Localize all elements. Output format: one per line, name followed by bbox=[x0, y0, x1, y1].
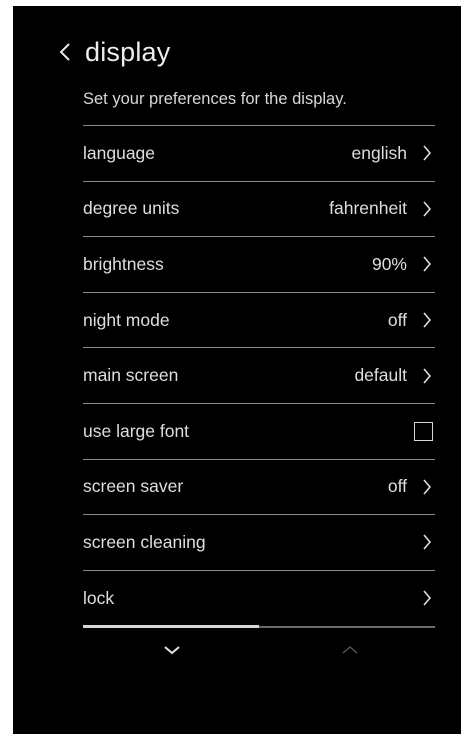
large-font-checkbox[interactable] bbox=[414, 421, 433, 441]
chevron-left-icon[interactable] bbox=[57, 40, 73, 64]
setting-label: degree units bbox=[83, 198, 180, 219]
setting-value: english bbox=[351, 142, 407, 163]
page-title: display bbox=[85, 36, 171, 67]
setting-language[interactable]: language english bbox=[83, 125, 435, 181]
setting-brightness[interactable]: brightness 90% bbox=[83, 236, 435, 292]
chevron-up-icon[interactable] bbox=[338, 642, 362, 658]
chevron-right-icon bbox=[421, 589, 433, 607]
chevron-right-icon bbox=[421, 255, 433, 273]
setting-night-mode[interactable]: night mode off bbox=[83, 291, 435, 348]
setting-label: use large font bbox=[83, 420, 190, 441]
chevron-right-icon bbox=[421, 200, 433, 218]
header: display bbox=[57, 34, 170, 70]
setting-label: language bbox=[83, 142, 156, 163]
settings-list: language english degree units fahrenheit… bbox=[83, 125, 435, 625]
setting-value: off bbox=[387, 476, 407, 497]
setting-value: default bbox=[354, 365, 407, 386]
setting-degree-units[interactable]: degree units fahrenheit bbox=[83, 180, 435, 237]
setting-value: fahrenheit bbox=[329, 198, 407, 219]
chevron-down-icon[interactable] bbox=[160, 642, 184, 658]
chevron-right-icon bbox=[421, 144, 433, 162]
page-description: Set your preferences for the display. bbox=[83, 90, 347, 108]
setting-value: 90% bbox=[371, 253, 407, 274]
scroll-indicator[interactable] bbox=[83, 625, 259, 628]
setting-label: lock bbox=[83, 587, 115, 608]
setting-screen-cleaning[interactable]: screen cleaning bbox=[83, 514, 435, 570]
chevron-right-icon bbox=[421, 478, 433, 496]
chevron-right-icon bbox=[421, 311, 433, 329]
setting-label: brightness bbox=[83, 253, 164, 274]
device-screen: display Set your preferences for the dis… bbox=[13, 6, 461, 734]
setting-use-large-font[interactable]: use large font bbox=[83, 402, 435, 459]
setting-label: night mode bbox=[83, 309, 170, 330]
chevron-right-icon bbox=[421, 367, 433, 385]
setting-value: off bbox=[387, 309, 407, 330]
setting-label: screen saver bbox=[83, 476, 184, 497]
setting-label: screen cleaning bbox=[83, 531, 206, 552]
setting-screen-saver[interactable]: screen saver off bbox=[83, 458, 435, 515]
setting-main-screen[interactable]: main screen default bbox=[83, 347, 435, 403]
setting-lock[interactable]: lock bbox=[83, 569, 435, 626]
setting-label: main screen bbox=[83, 365, 179, 386]
chevron-right-icon bbox=[421, 533, 433, 551]
